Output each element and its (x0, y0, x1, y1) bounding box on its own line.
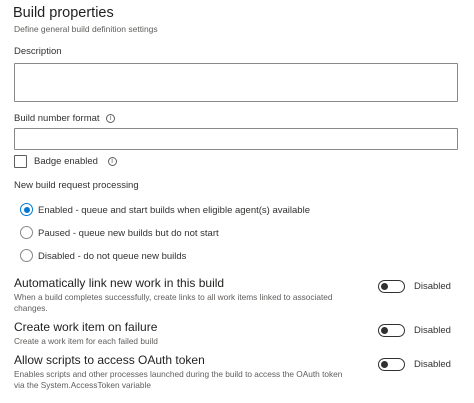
build-number-format-input[interactable] (14, 128, 458, 150)
page-subtitle: Define general build definition settings (14, 24, 158, 34)
badge-enabled-checkbox[interactable] (14, 155, 27, 168)
create-work-item-title: Create work item on failure (14, 320, 158, 334)
radio-enabled-label: Enabled - queue and start builds when el… (38, 205, 310, 216)
oauth-token-state: Disabled (414, 359, 451, 370)
oauth-token-toggle[interactable] (378, 358, 405, 371)
radio-paused[interactable] (20, 226, 33, 239)
radio-disabled-label: Disabled - do not queue new builds (38, 251, 187, 262)
auto-link-description: When a build completes successfully, cre… (14, 292, 333, 313)
oauth-token-title: Allow scripts to access OAuth token (14, 353, 205, 367)
info-icon[interactable]: i (107, 156, 117, 166)
radio-enabled[interactable] (20, 203, 33, 216)
build-number-format-label-text: Build number format (14, 113, 100, 124)
badge-enabled-label-text: Badge enabled (34, 156, 98, 167)
toggle-knob (381, 361, 388, 368)
description-label: Description (14, 46, 62, 57)
auto-link-toggle[interactable] (378, 280, 405, 293)
badge-enabled-label: Badge enabled i (34, 156, 117, 167)
create-work-item-state: Disabled (414, 325, 451, 336)
page-title: Build properties (13, 5, 114, 21)
radio-disabled[interactable] (20, 249, 33, 262)
build-number-format-label: Build number format i (14, 113, 116, 124)
new-build-request-label: New build request processing (14, 180, 139, 191)
info-icon[interactable]: i (106, 113, 116, 123)
create-work-item-toggle[interactable] (378, 324, 405, 337)
auto-link-title: Automatically link new work in this buil… (14, 276, 225, 290)
oauth-token-description: Enables scripts and other processes laun… (14, 369, 343, 390)
radio-paused-label: Paused - queue new builds but do not sta… (38, 228, 219, 239)
create-work-item-description: Create a work item for each failed build (14, 336, 158, 346)
toggle-knob (381, 283, 388, 290)
auto-link-state: Disabled (414, 281, 451, 292)
description-textarea[interactable] (14, 63, 458, 102)
toggle-knob (381, 327, 388, 334)
